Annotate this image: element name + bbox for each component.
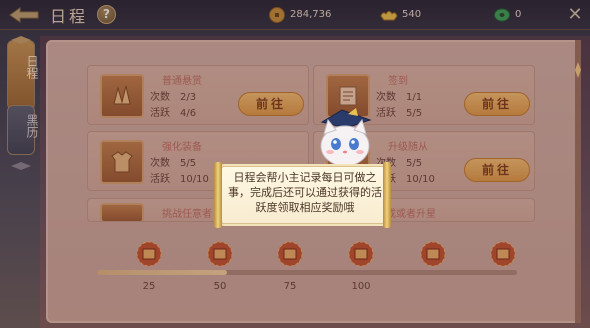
count-label: 次数 xyxy=(376,92,396,103)
tab-calendar[interactable]: 黑历 xyxy=(7,105,39,155)
active-value: 10/10 xyxy=(180,174,209,185)
jade-amount: 0 xyxy=(515,9,522,20)
count-value: 1/1 xyxy=(406,92,423,103)
activity-name: 升级随从 xyxy=(388,142,428,153)
activity-active-row: 活跃 5/5 xyxy=(376,104,422,119)
count-label: 次数 xyxy=(150,92,170,103)
copper-amount: 284,736 xyxy=(290,9,332,20)
back-icon[interactable] xyxy=(6,4,42,26)
tab-schedule[interactable]: 日程 xyxy=(7,40,39,110)
tab-ornament-icon xyxy=(11,36,31,44)
cat-mascot-icon xyxy=(312,108,378,170)
go-button[interactable]: 前往 xyxy=(238,92,304,116)
progress-fill xyxy=(97,270,228,275)
count-value: 2/3 xyxy=(180,92,197,103)
reward-chest-icon[interactable] xyxy=(418,240,448,268)
top-bar: 日程 ? 284,736 540 0 ✕ xyxy=(0,0,590,30)
tab-ornament-icon xyxy=(11,162,31,170)
activity-count-row: 次数 1/1 xyxy=(376,88,422,103)
milestone-label: 75 xyxy=(283,281,297,292)
tooltip-text: 日程会帮小主记录每日可做之事，完成后还可以通过获得的活跃度领取相应奖励哦 xyxy=(228,171,382,214)
go-button[interactable]: 前往 xyxy=(464,92,530,116)
active-label: 活跃 xyxy=(150,174,170,185)
activity-count-row: 次数 5/5 xyxy=(150,154,196,169)
jade-icon xyxy=(493,6,511,24)
bounty-icon xyxy=(100,74,144,118)
tab-schedule-label: 日程 xyxy=(25,55,39,79)
activity-name: 普通悬赏 xyxy=(162,76,202,87)
activity-name: 签到 xyxy=(388,76,408,87)
gold-amount: 540 xyxy=(402,9,422,20)
activity-card: 普通悬赏 次数 2/3 活跃 4/6 前往 xyxy=(87,65,309,125)
count-value: 5/5 xyxy=(180,158,197,169)
milestone-label: 100 xyxy=(351,281,371,292)
active-value: 5/5 xyxy=(406,108,423,119)
activity-active-row: 活跃 4/6 xyxy=(150,104,196,119)
active-label: 活跃 xyxy=(376,108,396,119)
milestone-label: 50 xyxy=(213,281,227,292)
help-button[interactable]: ? xyxy=(97,5,116,24)
active-value: 4/6 xyxy=(180,108,197,119)
go-button[interactable]: 前往 xyxy=(464,158,530,182)
active-label: 活跃 xyxy=(150,108,170,119)
activity-active-row: 活跃 10/10 xyxy=(150,170,209,185)
scroll-rod-right xyxy=(383,162,391,228)
activity-name: 挑战任意者 xyxy=(162,209,212,220)
tab-calendar-label: 黑历 xyxy=(25,114,39,138)
reward-chest-icon[interactable] xyxy=(488,240,518,268)
count-label: 次数 xyxy=(150,158,170,169)
activity-progress-bar xyxy=(97,270,517,275)
milestone-label: 25 xyxy=(142,281,156,292)
armor-icon xyxy=(100,140,144,184)
reward-chest-icon[interactable] xyxy=(275,240,305,268)
activity-count-row: 次数 2/3 xyxy=(150,88,196,103)
count-value: 5/5 xyxy=(406,158,423,169)
reward-chest-icon[interactable] xyxy=(205,240,235,268)
page-title: 日程 xyxy=(50,7,89,26)
activity-name: 强化装备 xyxy=(162,142,202,153)
gold-ingot-icon xyxy=(380,6,398,24)
reward-chest-icon[interactable] xyxy=(134,240,164,268)
close-button[interactable]: ✕ xyxy=(566,6,584,24)
copper-coin-icon xyxy=(268,6,286,24)
panel-rod-icon xyxy=(575,40,581,323)
active-value: 10/10 xyxy=(406,174,435,185)
scroll-rod-left xyxy=(214,162,222,228)
challenge-icon xyxy=(100,203,144,221)
reward-chest-icon[interactable] xyxy=(346,240,376,268)
